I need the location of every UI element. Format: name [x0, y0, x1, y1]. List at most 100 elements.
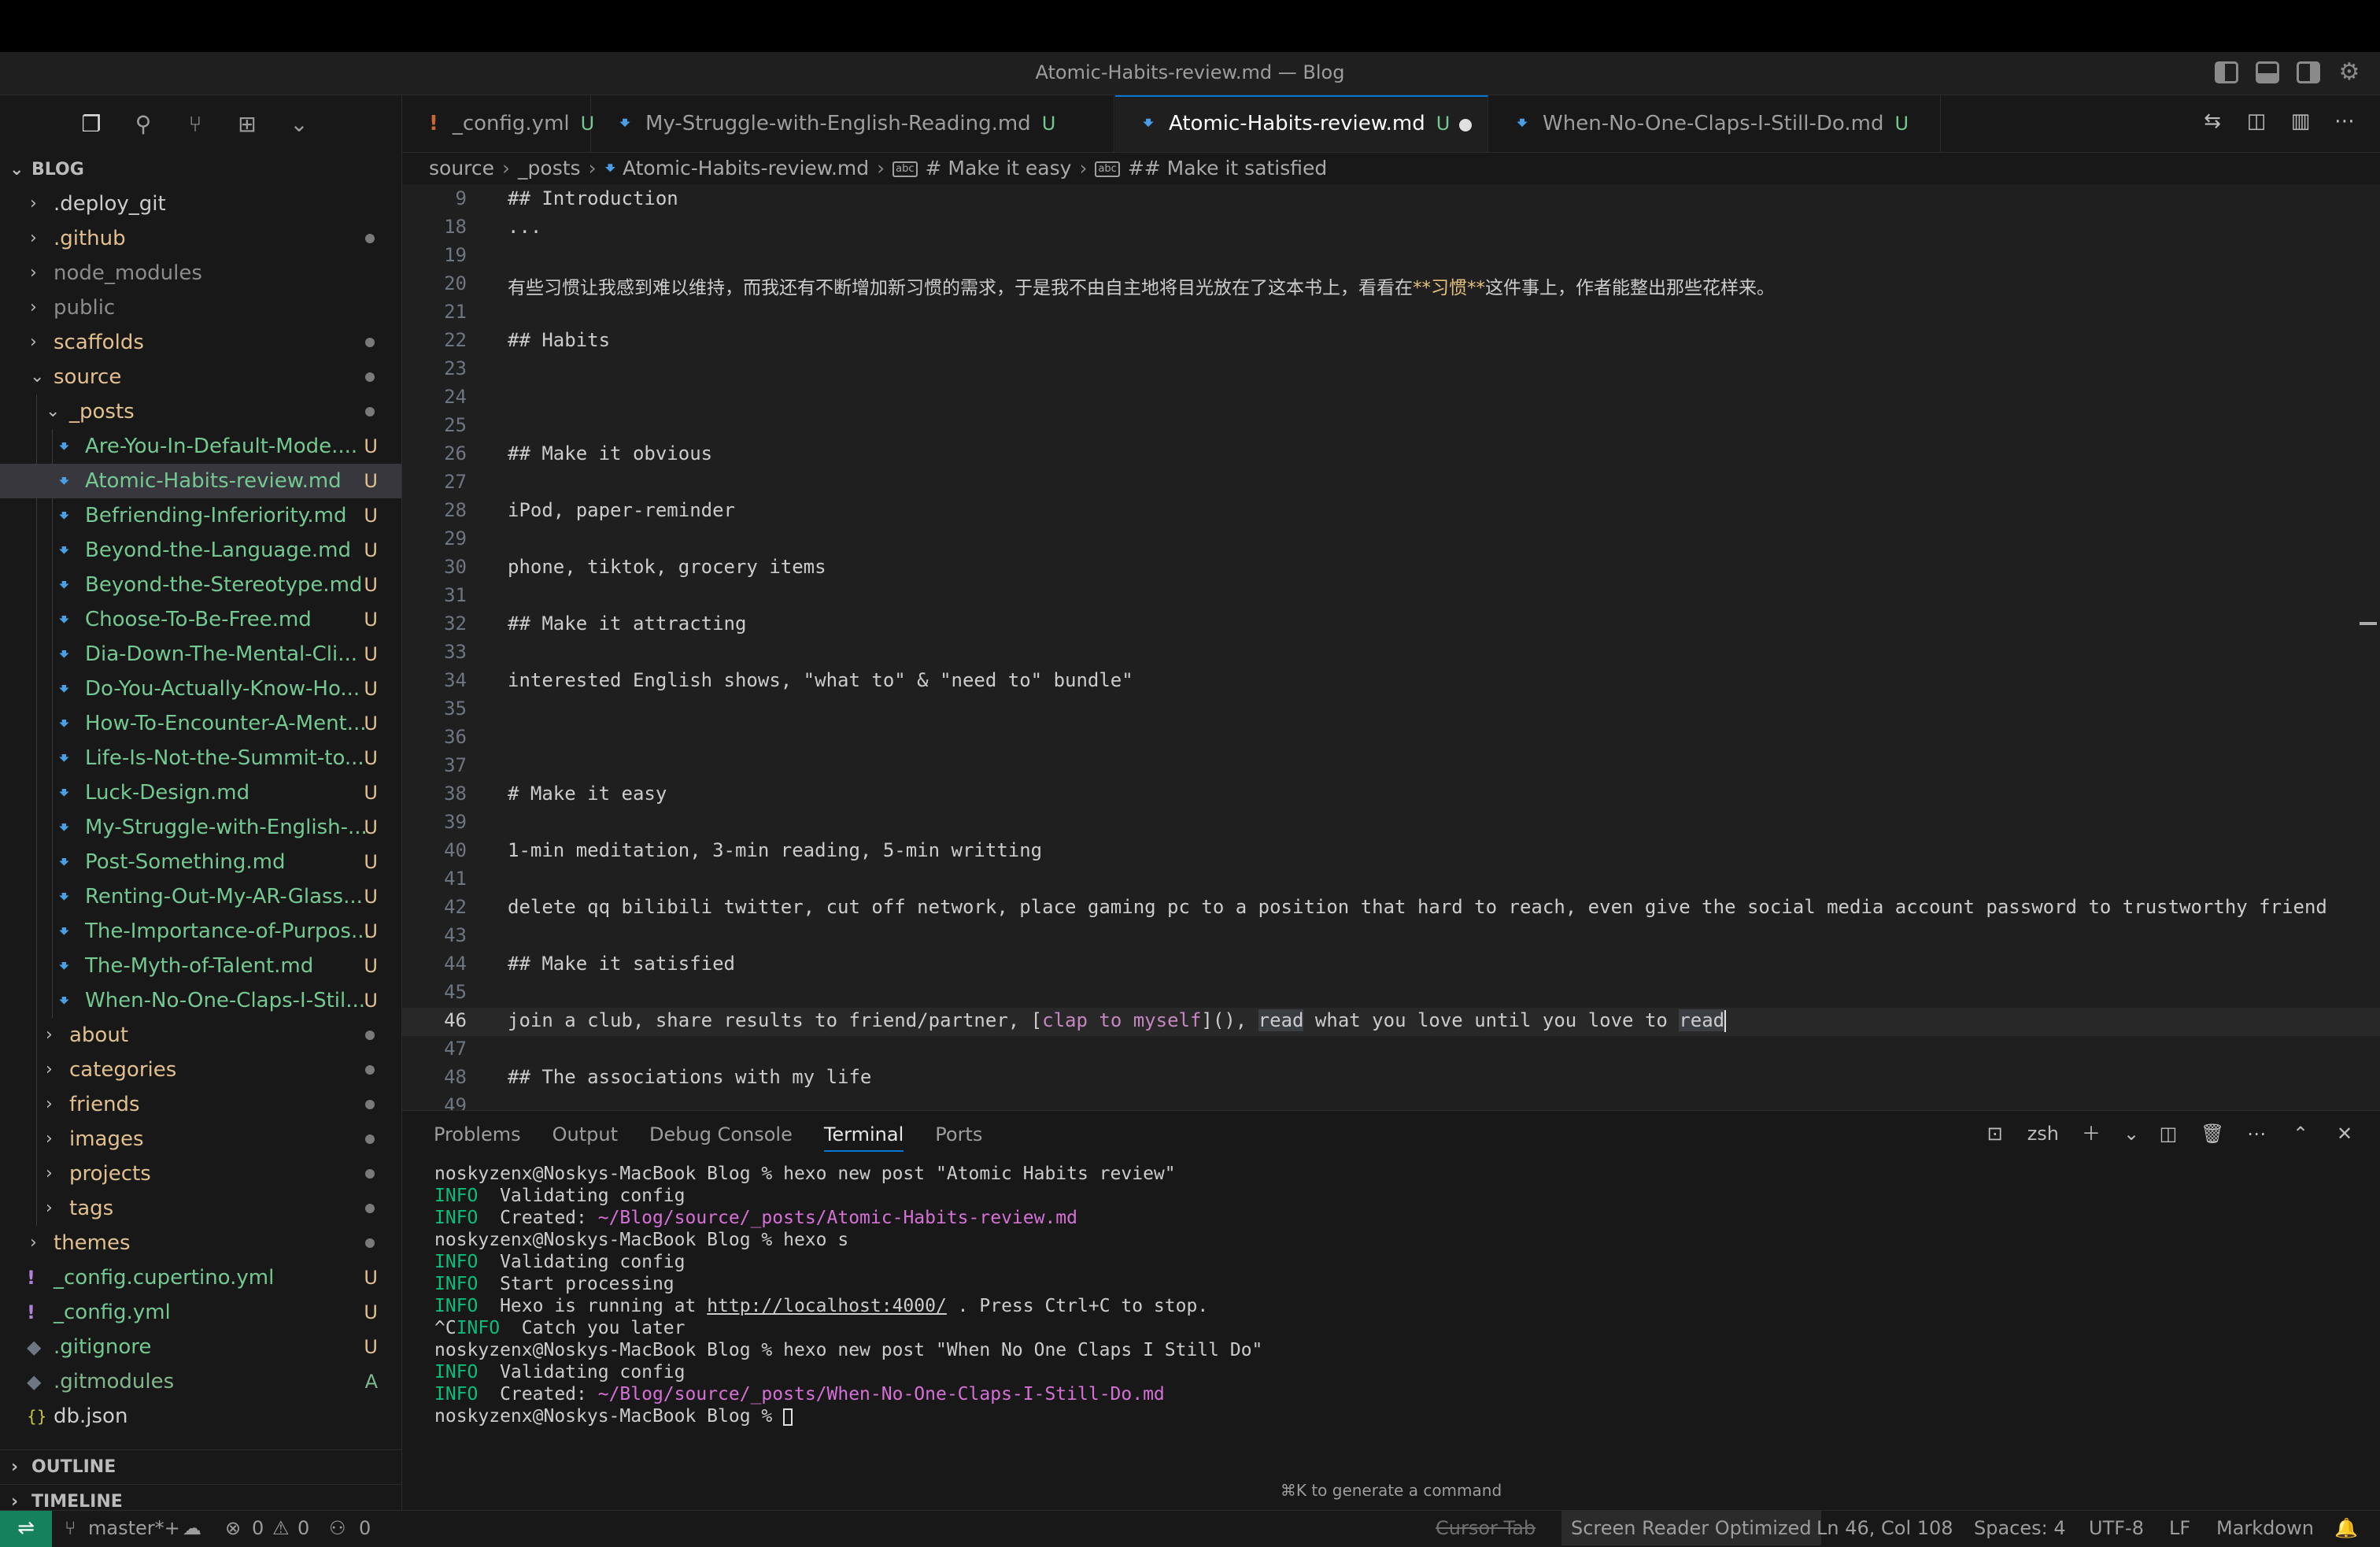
toggle-secondary-sidebar-icon[interactable] [2297, 61, 2320, 83]
encoding[interactable]: UTF-8 [2089, 1511, 2144, 1545]
indentation[interactable]: Spaces: 4 [1974, 1511, 2066, 1545]
search-icon[interactable]: ⚲ [131, 112, 156, 137]
folder-item[interactable]: › about [0, 1018, 401, 1053]
maximize-panel-icon[interactable]: ⌃ [2289, 1122, 2312, 1145]
code-line[interactable]: ## Make it satisfied [508, 953, 735, 975]
code-line[interactable]: iPod, paper-reminder [508, 499, 735, 521]
open-preview-icon[interactable]: ◫ [2245, 109, 2268, 133]
chevron-down-icon[interactable]: ⌄ [286, 112, 312, 137]
extensions-icon[interactable]: ⊞ [235, 112, 260, 137]
folder-item[interactable]: › scaffolds [0, 325, 401, 360]
file-item[interactable]: 🠻 Choose-To-Be-Free.md U [0, 602, 401, 637]
split-terminal-icon[interactable]: ◫ [2156, 1122, 2180, 1145]
tab-when-no-one-claps[interactable]: 🠻 When-No-One-Claps-I-Still-Do.md U [1489, 95, 1941, 152]
folder-item[interactable]: › .github [0, 221, 401, 256]
breadcrumb-item[interactable]: _posts [518, 157, 581, 179]
folder-item[interactable]: › friends [0, 1087, 401, 1122]
shell-name[interactable]: zsh [2027, 1123, 2059, 1145]
toggle-panel-icon[interactable] [2256, 61, 2279, 83]
error-count[interactable]: 0 [252, 1511, 264, 1545]
chevron-down-icon[interactable]: ⌄ [2123, 1122, 2139, 1145]
folder-item[interactable]: ⌄ source [0, 360, 401, 394]
bell-icon[interactable]: 🔔 [2334, 1511, 2358, 1545]
code-line[interactable]: ## The associations with my life [508, 1066, 871, 1088]
sync-icon[interactable]: ☁ [183, 1511, 201, 1545]
folder-item[interactable]: › images [0, 1122, 401, 1157]
code-line[interactable]: ## Make it attracting [508, 613, 746, 635]
end-of-line[interactable]: LF [2169, 1511, 2190, 1545]
file-item[interactable]: 🠻 Beyond-the-Language.md U [0, 533, 401, 568]
folder-item[interactable]: › node_modules [0, 256, 401, 291]
file-item[interactable]: 🠻 Beyond-the-Stereotype.md U [0, 568, 401, 602]
tab-my-struggle[interactable]: 🠻 My-Struggle-with-English-Reading.md U [592, 95, 1114, 152]
screen-reader-status[interactable]: Screen Reader Optimized [1561, 1511, 1821, 1545]
language-mode[interactable]: Markdown [2216, 1511, 2314, 1545]
terminal-output[interactable]: noskyzenx@Noskys-MacBook Blog % hexo new… [434, 1163, 1262, 1427]
tab-ports[interactable]: Ports [935, 1111, 982, 1158]
file-item[interactable]: ◆ .gitignore U [0, 1330, 401, 1364]
remote-icon[interactable]: ⇌ [0, 1511, 52, 1547]
file-item[interactable]: ! _config.cupertino.yml U [0, 1260, 401, 1295]
more-actions-icon[interactable]: ⋯ [2333, 109, 2356, 133]
code-editor[interactable]: 9 ## Introduction 18... 19 20 有些习惯让我感到难以维持，而我… [402, 184, 2380, 1110]
code-line[interactable]: phone, tiktok, grocery items [508, 556, 826, 578]
file-item[interactable]: 🠻 Luck-Design.md U [0, 775, 401, 810]
folder-item[interactable]: › public [0, 291, 401, 325]
code-line[interactable]: delete qq bilibili twitter, cut off netw… [508, 896, 2327, 918]
warning-count[interactable]: 0 [298, 1511, 309, 1545]
tab-output[interactable]: Output [552, 1111, 618, 1158]
folder-item[interactable]: › categories [0, 1053, 401, 1087]
code-line[interactable]: join a club, share results to friend/par… [508, 1009, 1727, 1032]
folder-item[interactable]: › themes [0, 1226, 401, 1260]
file-item[interactable]: 🠻 Post-Something.md U [0, 845, 401, 879]
tab-config-yml[interactable]: ! _config.yml U [402, 95, 594, 152]
settings-gear-icon[interactable]: ⚙ [2338, 61, 2361, 85]
unsaved-dot-icon[interactable] [1459, 119, 1472, 131]
folder-item[interactable]: › .deploy_git [0, 187, 401, 221]
toggle-sidebar-icon[interactable] [2215, 61, 2238, 83]
file-item[interactable]: 🠻 Befriending-Inferiority.md U [0, 498, 401, 533]
code-line[interactable]: ## Habits [508, 329, 610, 351]
code-line[interactable]: 有些习惯让我感到难以维持，而我还有不断增加新习惯的需求，于是我不由自主地将目光放… [508, 272, 1775, 299]
code-line[interactable]: # Make it easy [508, 783, 667, 805]
file-item[interactable]: 🠻 Do-You-Actually-Know-Ho... U [0, 672, 401, 706]
breadcrumb-item[interactable]: ## Make it satisfied [1128, 157, 1327, 179]
folder-item[interactable]: › projects [0, 1157, 401, 1191]
tab-atomic-habits[interactable]: 🠻 Atomic-Habits-review.md U [1115, 95, 1488, 152]
file-item[interactable]: 🠻 My-Struggle-with-English-... U [0, 810, 401, 845]
file-item[interactable]: ! _config.yml U [0, 1295, 401, 1330]
folder-item[interactable]: › tags [0, 1191, 401, 1226]
outline-section[interactable]: › OUTLINE [0, 1449, 401, 1485]
cursor-tab-status[interactable]: Cursor Tab [1436, 1511, 1536, 1545]
code-line[interactable]: interested English shows, "what to" & "n… [508, 669, 1133, 691]
code-line[interactable]: 1-min meditation, 3-min reading, 5-min w… [508, 839, 1042, 861]
tab-debug-console[interactable]: Debug Console [649, 1111, 793, 1158]
new-terminal-icon[interactable]: ＋ [2079, 1122, 2103, 1145]
close-panel-icon[interactable]: ✕ [2333, 1122, 2356, 1145]
file-item[interactable]: 🠻 The-Myth-of-Talent.md U [0, 949, 401, 983]
cursor-position[interactable]: Ln 46, Col 108 [1816, 1511, 1953, 1545]
file-item[interactable]: 🠻 Renting-Out-My-AR-Glass... U [0, 879, 401, 914]
file-item[interactable]: {} db.json [0, 1399, 401, 1434]
more-actions-icon[interactable]: ⋯ [2245, 1122, 2268, 1145]
file-item[interactable]: 🠻 How-To-Encounter-A-Ment... U [0, 706, 401, 741]
code-line[interactable]: ... [508, 216, 541, 238]
trash-icon[interactable]: 🗑 [2201, 1122, 2224, 1145]
branch-name[interactable]: master*+ [88, 1511, 180, 1545]
file-item[interactable]: 🠻 Life-Is-Not-the-Summit-to... U [0, 741, 401, 775]
breadcrumb-item[interactable]: source [429, 157, 494, 179]
file-item[interactable]: 🠻 The-Importance-of-Purpos... U [0, 914, 401, 949]
breadcrumb-item[interactable]: Atomic-Habits-review.md [623, 157, 869, 179]
tab-problems[interactable]: Problems [434, 1111, 521, 1158]
terminal-link[interactable]: http://localhost:4000/ [707, 1296, 947, 1316]
code-line[interactable]: ## Make it obvious [508, 442, 712, 464]
file-item[interactable]: 🠻 Dia-Down-The-Mental-Cli... U [0, 637, 401, 672]
compare-changes-icon[interactable]: ⇆ [2201, 109, 2224, 133]
source-control-icon[interactable]: ⑂ [183, 112, 208, 137]
file-item[interactable]: 🠻 Atomic-Habits-review.md U [0, 464, 401, 498]
code-line[interactable]: ## Introduction [508, 187, 678, 209]
file-item[interactable]: 🠻 Are-You-In-Default-Mode.... U [0, 429, 401, 464]
folder-item[interactable]: ⌄ _posts [0, 394, 401, 429]
tab-terminal[interactable]: Terminal [823, 1111, 904, 1158]
explorer-root[interactable]: ⌄ BLOG [0, 155, 401, 187]
